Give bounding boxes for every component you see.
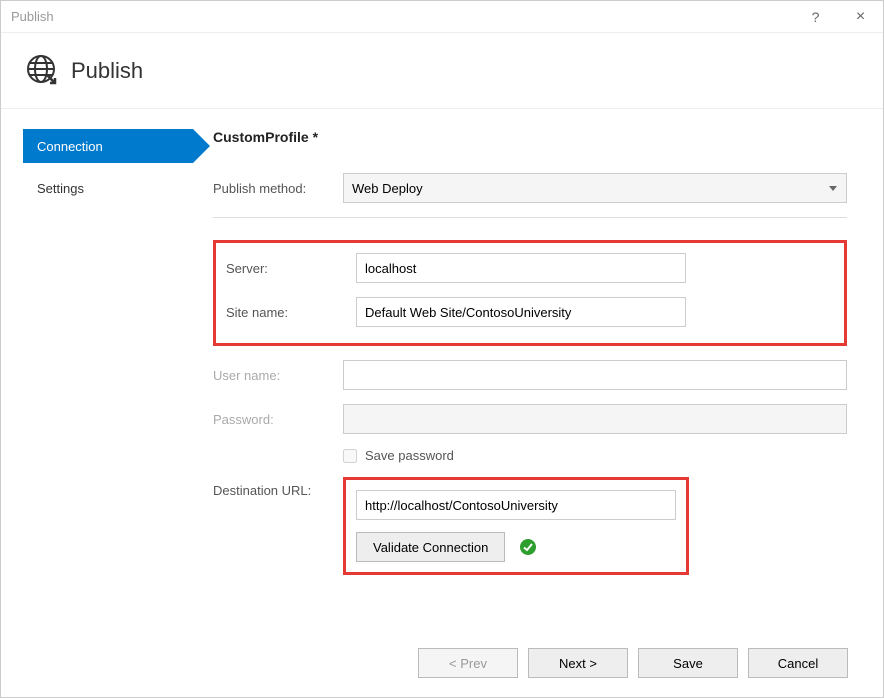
server-input[interactable] [356,253,686,283]
header-title: Publish [71,58,143,84]
titlebar: Publish ? × [1,1,883,33]
next-button[interactable]: Next > [528,648,628,678]
save-button[interactable]: Save [638,648,738,678]
footer: < Prev Next > Save Cancel [418,648,848,678]
publish-method-label: Publish method: [213,181,343,196]
user-name-label: User name: [213,368,343,383]
check-success-icon [519,538,537,556]
publish-method-select[interactable]: Web Deploy [343,173,847,203]
password-label: Password: [213,412,343,427]
sidebar-item-label: Settings [37,181,84,196]
cancel-button[interactable]: Cancel [748,648,848,678]
sidebar: Connection Settings [23,129,193,589]
window-title: Publish [11,9,793,24]
divider [213,217,847,218]
highlight-server-site: Server: Site name: [213,240,847,346]
save-password-label: Save password [365,448,454,463]
validate-connection-button[interactable]: Validate Connection [356,532,505,562]
destination-label: Destination URL: [213,477,343,498]
profile-title: CustomProfile * [213,129,847,145]
destination-url-input[interactable] [356,490,676,520]
close-button[interactable]: × [838,1,883,33]
server-label: Server: [226,261,356,276]
publish-globe-icon [25,53,57,88]
help-button[interactable]: ? [793,1,838,33]
user-name-input[interactable] [343,360,847,390]
sidebar-item-connection[interactable]: Connection [23,129,193,163]
site-name-label: Site name: [226,305,356,320]
main-panel: CustomProfile * Publish method: Web Depl… [213,129,847,589]
sidebar-item-settings[interactable]: Settings [23,171,193,205]
sidebar-item-label: Connection [37,139,103,154]
prev-button[interactable]: < Prev [418,648,518,678]
header: Publish [1,33,883,109]
site-name-input[interactable] [356,297,686,327]
save-password-checkbox[interactable] [343,449,357,463]
password-input[interactable] [343,404,847,434]
